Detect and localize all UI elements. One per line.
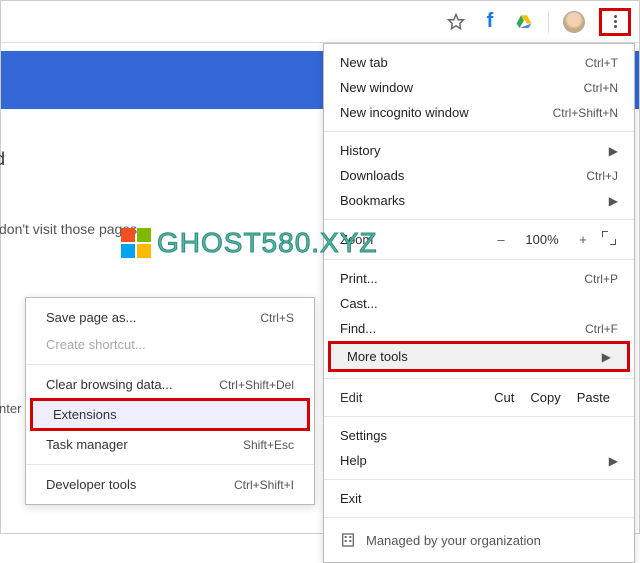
menu-label: More tools	[347, 349, 408, 364]
menu-shortcut: Ctrl+F	[585, 322, 618, 336]
menu-shortcut: Ctrl+J	[586, 169, 618, 183]
kebab-menu-icon[interactable]	[606, 13, 624, 31]
menu-label: Downloads	[340, 168, 404, 183]
menu-label: Bookmarks	[340, 193, 405, 208]
menu-zoom: Zoom – 100% +	[324, 226, 634, 253]
menu-managed[interactable]: Managed by your organization	[324, 524, 634, 556]
chevron-right-icon: ▶	[609, 454, 618, 468]
menu-label: Find...	[340, 321, 376, 336]
menu-history[interactable]: History ▶	[324, 138, 634, 163]
menu-label: Managed by your organization	[366, 533, 541, 548]
menu-cast[interactable]: Cast...	[324, 291, 634, 316]
more-tools-submenu: Save page as... Ctrl+S Create shortcut..…	[25, 297, 315, 505]
menu-label: Exit	[340, 491, 362, 506]
menu-label: Help	[340, 453, 367, 468]
menu-label: Print...	[340, 271, 378, 286]
menu-shortcut: Ctrl+S	[260, 311, 294, 325]
google-drive-icon[interactable]	[514, 12, 534, 32]
menu-shortcut: Ctrl+P	[584, 272, 618, 286]
chrome-main-menu: New tab Ctrl+T New window Ctrl+N New inc…	[323, 43, 635, 563]
zoom-out-button[interactable]: –	[490, 232, 512, 247]
menu-print[interactable]: Print... Ctrl+P	[324, 266, 634, 291]
menu-label: Task manager	[46, 437, 128, 452]
menu-separator	[324, 378, 634, 379]
cut-button[interactable]: Cut	[486, 390, 522, 405]
menu-separator	[26, 364, 314, 365]
menu-label: Developer tools	[46, 477, 136, 492]
profile-avatar[interactable]	[563, 11, 585, 33]
copy-button[interactable]: Copy	[522, 390, 568, 405]
menu-shortcut: Ctrl+Shift+N	[553, 106, 618, 120]
menu-label: Cast...	[340, 296, 378, 311]
menu-label: Save page as...	[46, 310, 136, 325]
separator	[548, 11, 549, 33]
menu-label: Settings	[340, 428, 387, 443]
menu-label: Extensions	[53, 407, 117, 422]
paste-button[interactable]: Paste	[569, 390, 618, 405]
menu-shortcut: Ctrl+Shift+Del	[219, 378, 294, 392]
menu-label: New incognito window	[340, 105, 469, 120]
cropped-text: don't visit those pages	[0, 221, 137, 237]
submenu-extensions[interactable]: Extensions	[33, 401, 307, 428]
chevron-right-icon: ▶	[609, 194, 618, 208]
menu-label: Edit	[340, 390, 486, 405]
menu-edit: Edit Cut Copy Paste	[324, 385, 634, 410]
menu-shortcut: Ctrl+Shift+I	[234, 478, 294, 492]
submenu-clear-browsing[interactable]: Clear browsing data... Ctrl+Shift+Del	[26, 371, 314, 398]
menu-downloads[interactable]: Downloads Ctrl+J	[324, 163, 634, 188]
menu-separator	[324, 219, 634, 220]
menu-incognito[interactable]: New incognito window Ctrl+Shift+N	[324, 100, 634, 125]
highlight-box-more-tools: More tools ▶	[328, 341, 630, 372]
menu-shortcut: Shift+Esc	[243, 438, 294, 452]
menu-bookmarks[interactable]: Bookmarks ▶	[324, 188, 634, 213]
browser-toolbar: f	[1, 1, 639, 43]
menu-separator	[324, 517, 634, 518]
menu-help[interactable]: Help ▶	[324, 448, 634, 473]
fullscreen-icon[interactable]	[602, 231, 624, 248]
menu-label: Clear browsing data...	[46, 377, 172, 392]
highlight-box-extensions: Extensions	[30, 398, 310, 431]
menu-exit[interactable]: Exit	[324, 486, 634, 511]
building-icon	[340, 532, 356, 548]
menu-label: New window	[340, 80, 413, 95]
zoom-in-button[interactable]: +	[572, 232, 594, 247]
menu-separator	[26, 464, 314, 465]
menu-separator	[324, 131, 634, 132]
menu-label: History	[340, 143, 380, 158]
menu-shortcut: Ctrl+T	[585, 56, 618, 70]
menu-settings[interactable]: Settings	[324, 423, 634, 448]
chevron-right-icon: ▶	[602, 350, 611, 364]
submenu-save-page[interactable]: Save page as... Ctrl+S	[26, 304, 314, 331]
cropped-text: nter	[0, 401, 21, 416]
chevron-right-icon: ▶	[609, 144, 618, 158]
menu-separator	[324, 416, 634, 417]
menu-more-tools[interactable]: More tools ▶	[331, 344, 627, 369]
menu-new-window[interactable]: New window Ctrl+N	[324, 75, 634, 100]
menu-new-tab[interactable]: New tab Ctrl+T	[324, 50, 634, 75]
menu-separator	[324, 479, 634, 480]
submenu-task-manager[interactable]: Task manager Shift+Esc	[26, 431, 314, 458]
submenu-dev-tools[interactable]: Developer tools Ctrl+Shift+I	[26, 471, 314, 498]
zoom-percent: 100%	[520, 232, 564, 247]
star-icon[interactable]	[446, 12, 466, 32]
menu-find[interactable]: Find... Ctrl+F	[324, 316, 634, 341]
submenu-create-shortcut: Create shortcut...	[26, 331, 314, 358]
facebook-icon[interactable]: f	[480, 12, 500, 32]
cropped-text: d	[0, 149, 5, 170]
menu-label: Create shortcut...	[46, 337, 146, 352]
menu-shortcut: Ctrl+N	[584, 81, 618, 95]
highlight-box-kebab	[599, 8, 631, 36]
menu-separator	[324, 259, 634, 260]
menu-label: Zoom	[340, 232, 482, 247]
menu-label: New tab	[340, 55, 388, 70]
